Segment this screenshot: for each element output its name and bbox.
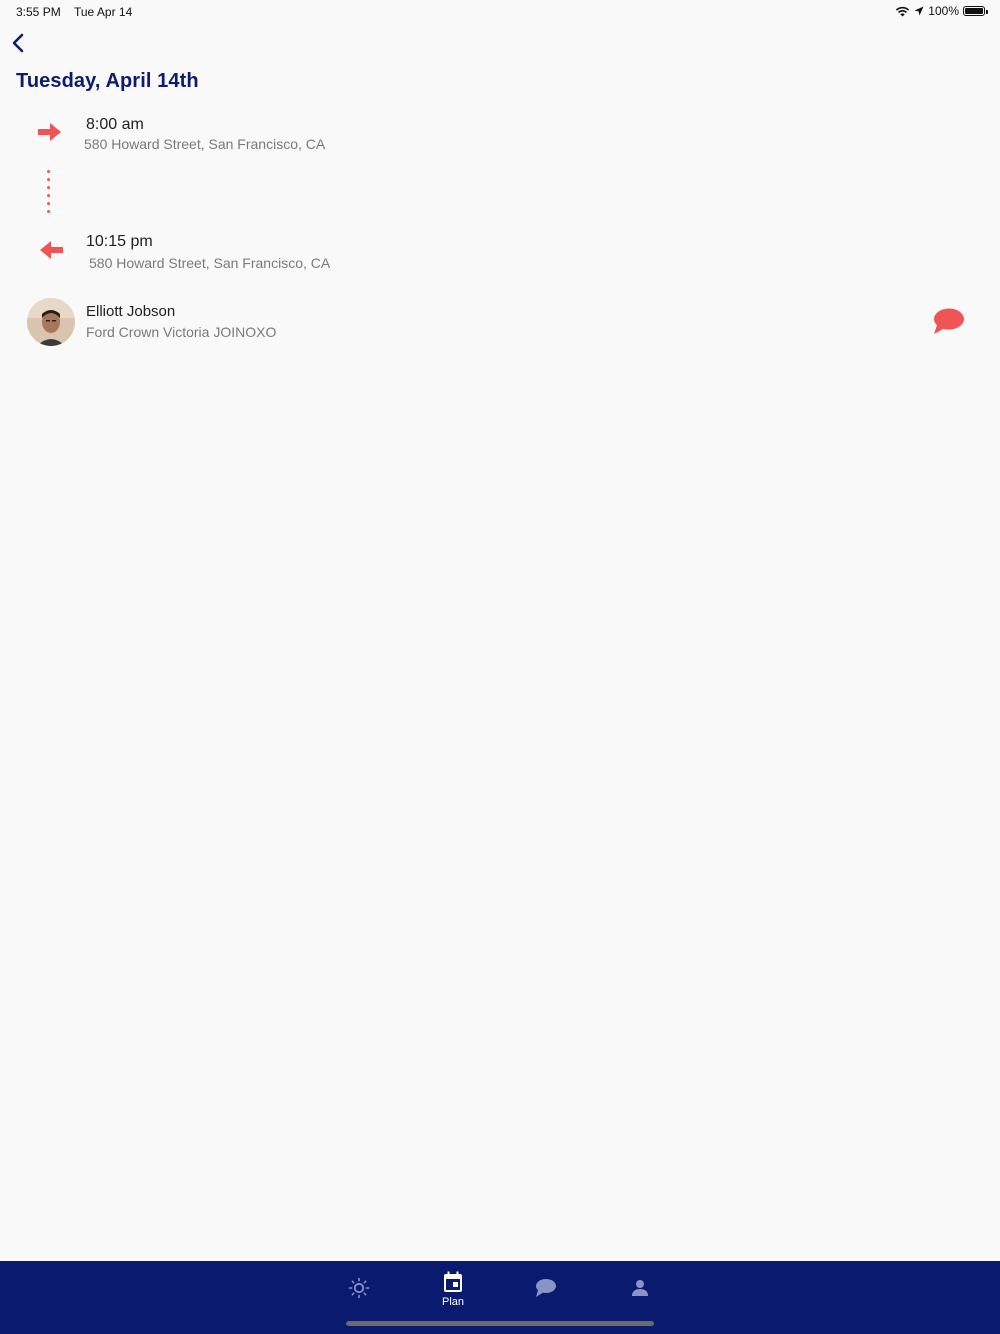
- departure-address: 580 Howard Street, San Francisco, CA: [84, 136, 326, 152]
- calendar-icon: [444, 1271, 462, 1292]
- page-title: Tuesday, April 14th: [16, 70, 199, 92]
- tab-plan-label: Plan: [441, 1296, 465, 1308]
- route-connector: [47, 170, 51, 214]
- driver-name: Elliott Jobson: [86, 303, 176, 320]
- status-bar: 3:55 PM Tue Apr 14 100%: [0, 0, 1000, 24]
- plan-detail-screen: 3:55 PM Tue Apr 14 100% Tuesday, April 1…: [0, 0, 1000, 1334]
- battery-icon: [963, 6, 988, 16]
- arrow-left-icon: [37, 238, 65, 267]
- status-date: Tue Apr 14: [74, 5, 133, 19]
- person-icon: [632, 1280, 648, 1296]
- chat-bubble-icon: [934, 308, 964, 334]
- arrow-right-icon: [36, 120, 64, 149]
- tab-profile[interactable]: [605, 1261, 675, 1321]
- back-button[interactable]: [8, 30, 30, 56]
- home-indicator: [346, 1321, 654, 1326]
- tab-plan[interactable]: Plan: [418, 1261, 488, 1321]
- driver-car: Ford Crown Victoria JOINOXO: [86, 324, 277, 340]
- chevron-left-icon: [12, 33, 24, 53]
- chat-driver-button[interactable]: [932, 307, 966, 335]
- tab-explore[interactable]: [324, 1261, 394, 1321]
- return-address: 580 Howard Street, San Francisco, CA: [89, 255, 331, 271]
- battery-percent: 100%: [928, 4, 959, 18]
- status-time: 3:55 PM: [16, 5, 61, 19]
- wifi-icon: [896, 6, 910, 16]
- driver-avatar: [27, 298, 75, 346]
- sun-icon: [348, 1277, 370, 1299]
- location-arrow-icon: [914, 6, 924, 16]
- tab-messages[interactable]: [511, 1261, 581, 1321]
- status-indicators: 100%: [895, 4, 988, 18]
- chat-icon: [536, 1279, 556, 1297]
- return-time: 10:15 pm: [86, 233, 153, 250]
- departure-time: 8:00 am: [86, 116, 144, 133]
